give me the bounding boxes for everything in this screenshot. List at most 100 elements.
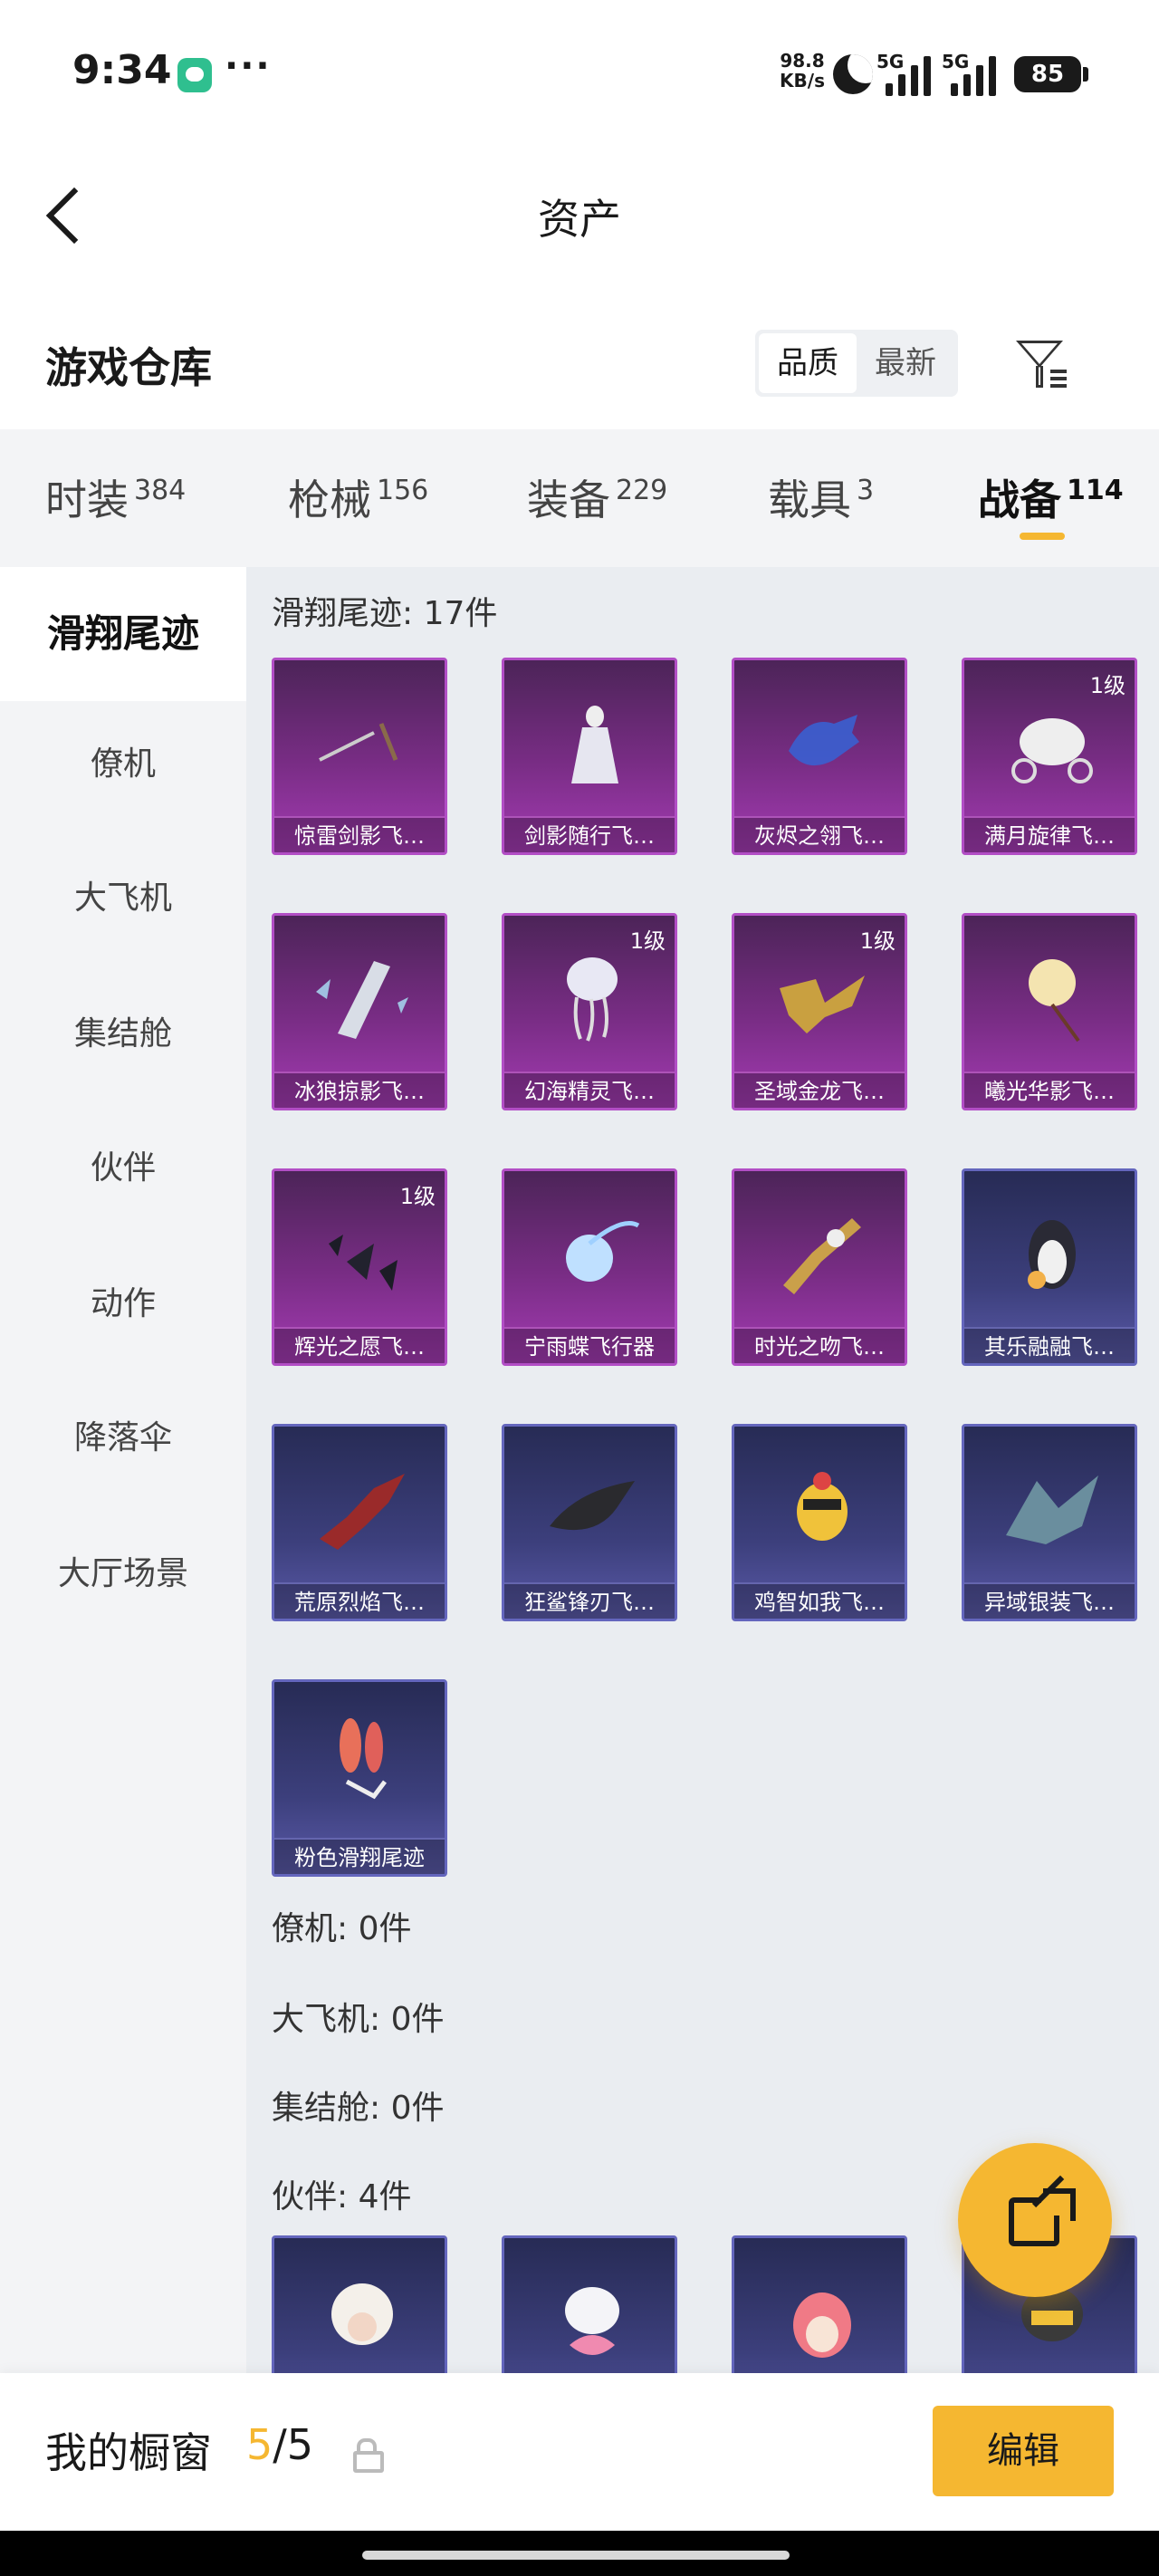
partner-item-card[interactable] (272, 2235, 447, 2373)
signal-icon: 5G (876, 51, 934, 96)
item-level-badge: 1级 (629, 928, 666, 954)
share-fab[interactable] (958, 2143, 1112, 2297)
item-name: 宁雨蝶飞行器 (504, 1327, 675, 1363)
gold-dragon-icon (771, 952, 874, 1043)
trail-item-card[interactable]: 惊雷剑影飞… (272, 658, 447, 855)
tab-count: 114 (1067, 475, 1124, 506)
sidebar-item-emote[interactable]: 动作 (0, 1277, 246, 1324)
lock-icon (353, 2438, 384, 2473)
tab-label: 战备 (978, 476, 1061, 524)
sort-newest-button[interactable]: 最新 (857, 333, 954, 393)
home-indicator[interactable] (362, 2551, 790, 2560)
item-name: 异域银装飞… (964, 1582, 1135, 1619)
trail-item-card[interactable]: 剑影随行飞… (502, 658, 677, 855)
tab-fashion[interactable]: 时装 384 (45, 467, 186, 527)
jellyfish-icon (541, 952, 644, 1043)
trail-item-card[interactable]: 宁雨蝶飞行器 (502, 1168, 677, 1366)
trail-item-card[interactable]: 曦光华影飞… (962, 913, 1137, 1110)
blue-glove-icon (771, 697, 874, 787)
item-level-badge: 1级 (1089, 673, 1125, 698)
signal-icon-2: 5G (942, 51, 1000, 96)
sidebar-item-glide-trail[interactable]: 滑翔尾迹 (0, 567, 246, 701)
golden-scepter-icon (771, 1207, 874, 1298)
trail-item-card[interactable]: 冰狼掠影飞… (272, 913, 447, 1110)
item-name: 剑影随行飞… (504, 816, 675, 852)
trail-item-card[interactable]: 狂鲨锋刃飞… (502, 1424, 677, 1621)
section-title-capsule: 集结舱: 0件 (272, 2090, 445, 2127)
sort-toggle: 品质 最新 (755, 330, 958, 397)
trail-item-card[interactable]: 异域银装飞… (962, 1424, 1137, 1621)
sidebar-item-partner[interactable]: 伙伴 (0, 1141, 246, 1188)
showcase-title: 我的橱窗 (45, 2428, 212, 2477)
active-tab-indicator (1020, 533, 1065, 540)
item-name: 惊雷剑影飞… (274, 816, 445, 852)
pink-smoke-icon (311, 1718, 414, 1809)
do-not-disturb-icon (833, 54, 873, 94)
system-nav-bar (0, 2531, 1159, 2576)
item-level-badge: 1级 (859, 928, 896, 954)
sidebar-item-lobby-scene[interactable]: 大厅场景 (0, 1547, 246, 1594)
item-name: 粉色滑翔尾迹 (274, 1838, 445, 1874)
chicken-icon (771, 1463, 874, 1553)
sidebar-item-wingman[interactable]: 僚机 (0, 737, 246, 784)
trail-item-card[interactable]: 1级幻海精灵飞… (502, 913, 677, 1110)
sidebar-item-parachute[interactable]: 降落伞 (0, 1411, 246, 1458)
section-title-big-plane: 大飞机: 0件 (272, 2001, 445, 2038)
crystal-shards-icon (311, 1207, 414, 1298)
penguin-icon (1001, 1207, 1104, 1298)
partner-item-card[interactable] (732, 2235, 907, 2373)
showcase-bar: 我的橱窗 5/5 编辑 (0, 2373, 1159, 2531)
trail-item-card[interactable]: 荒原烈焰飞… (272, 1424, 447, 1621)
section-title-partner: 伙伴: 4件 (272, 2178, 412, 2216)
item-name: 辉光之愿飞… (274, 1327, 445, 1363)
partner-item-card[interactable] (502, 2235, 677, 2373)
tab-label: 装备 (527, 476, 610, 524)
trail-item-card[interactable]: 灰烬之翎飞… (732, 658, 907, 855)
shark-icon (541, 1463, 644, 1553)
showcase-total: 5 (286, 2420, 314, 2469)
network-speed-unit: KB/s (780, 70, 825, 91)
item-name: 曦光华影飞… (964, 1072, 1135, 1108)
tab-label: 枪械 (288, 476, 371, 524)
twin-blades-icon (311, 697, 414, 787)
section-title-glide-trail: 滑翔尾迹: 17件 (272, 595, 498, 632)
item-name: 满月旋律飞… (964, 816, 1135, 852)
trail-item-card[interactable]: 鸡智如我飞… (732, 1424, 907, 1621)
status-time: 9:34 (72, 47, 172, 93)
energy-orb-icon (541, 1207, 644, 1298)
trail-item-card[interactable]: 其乐融融飞… (962, 1168, 1137, 1366)
showcase-separator: / (273, 2420, 287, 2469)
item-content: 滑翔尾迹: 17件 惊雷剑影飞… 剑影随行飞… 灰烬之翎飞… 1级 满月旋律飞… 冰狼掠影… (246, 567, 1159, 2373)
trail-item-card[interactable]: 粉色滑翔尾迹 (272, 1679, 447, 1877)
pink-bird-partner-icon (771, 2274, 874, 2365)
tab-battle-prep[interactable]: 战备 114 (978, 467, 1124, 527)
item-name: 荒原烈焰飞… (274, 1582, 445, 1619)
edit-button[interactable]: 编辑 (933, 2406, 1114, 2496)
sim1-label: 5G (876, 51, 905, 72)
sort-quality-button[interactable]: 品质 (759, 333, 857, 393)
category-tabs: 时装 384 枪械 156 装备 229 载具 3 战备 114 (0, 429, 1159, 567)
trail-item-card[interactable]: 1级 辉光之愿飞… (272, 1168, 447, 1366)
bunny-partner-icon (541, 2274, 644, 2365)
filter-icon[interactable] (1011, 333, 1068, 391)
trail-item-card[interactable]: 1级 圣域金龙飞… (732, 913, 907, 1110)
sidebar-item-big-plane[interactable]: 大飞机 (0, 871, 246, 918)
warehouse-title: 游戏仓库 (45, 343, 212, 392)
trail-item-card[interactable]: 时光之吻飞… (732, 1168, 907, 1366)
tab-weapons[interactable]: 枪械 156 (288, 467, 428, 527)
network-speed: 98.8 KB/s (775, 51, 829, 91)
tab-equipment[interactable]: 装备 229 (527, 467, 667, 527)
item-name: 幻海精灵飞… (504, 1072, 675, 1108)
trail-item-card[interactable]: 1级满月旋律飞… (962, 658, 1137, 855)
showcase-count: 5/5 (246, 2420, 313, 2469)
item-name: 狂鲨锋刃飞… (504, 1582, 675, 1619)
title-bar: 资产 (0, 145, 1159, 281)
wechat-icon (177, 58, 212, 92)
subcategory-sidebar: 滑翔尾迹 僚机 大飞机 集结舱 伙伴 动作 降落伞 大厅场景 (0, 567, 246, 2373)
silver-wings-icon (1001, 1463, 1104, 1553)
tab-count: 229 (616, 475, 668, 506)
sidebar-item-capsule[interactable]: 集结舱 (0, 1007, 246, 1054)
tab-vehicles[interactable]: 载具 3 (768, 467, 874, 527)
battery-icon: 85 (1014, 56, 1088, 92)
network-speed-value: 98.8 (780, 50, 825, 72)
